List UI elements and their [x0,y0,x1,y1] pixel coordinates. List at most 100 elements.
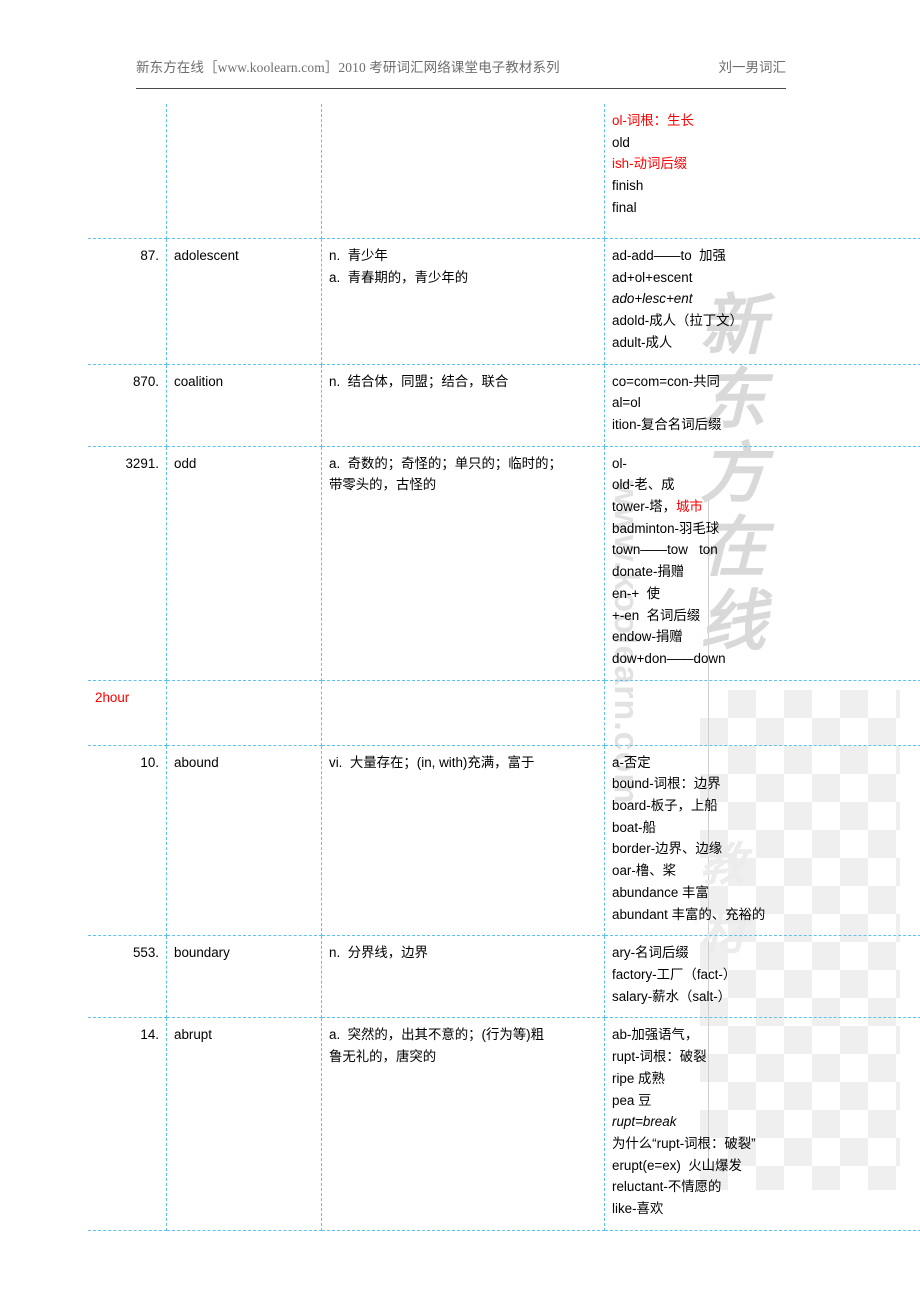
vocabulary-table: ol-词根：生长 old ish-动词后缀 finish final 87. adolesc… [88,104,920,1231]
root-line: ol-词根：生长 [612,113,694,128]
root-line: co=com=con-共同 [612,373,720,389]
root-line: ition-复合名词后缀 [612,416,722,432]
entry-definition [321,104,605,239]
entry-number: 870. [88,364,167,447]
table-row: 3291. odd a. 奇数的；奇怪的；单只的；临时的； 带零头的，古怪的 ol-ol… [88,446,920,681]
root-line: ol- [612,455,627,471]
table-row: 10. abound vi. 大量存在；(in, with)充满，富于 a-否定 bou… [88,745,920,937]
entry-word: boundary [166,935,322,1019]
table-row: 87. adolescent n. 青少年 a. 青春期的，青少年的 ad-add——t… [88,238,920,365]
root-line: a-否定 [612,754,651,770]
entry-number: 10. [88,745,167,937]
definition-line: a. 青春期的，青少年的 [329,269,469,285]
header-rule [136,88,786,89]
definition-line: 带零头的，古怪的 [329,477,437,493]
entry-number: 553. [88,935,167,1019]
root-line: pea 豆 [612,1092,652,1108]
root-line: +-en 名词后缀 [612,607,701,623]
root-line: ad+ol+escent [612,269,693,285]
entry-roots: ol-词根：生长 old ish-动词后缀 finish final [604,104,920,239]
root-line: boat-船 [612,819,656,835]
entry-roots: ab-加强语气， rupt-词根：破裂 ripe 成熟 pea 豆 rupt=break… [604,1017,920,1231]
root-line: ad-add——to 加强 [612,248,726,263]
page-header: 新东方在线［www.koolearn.com］2010 考研词汇网络课堂电子教材… [136,56,786,86]
vocabulary-table-body: ol-词根：生长 old ish-动词后缀 finish final 87. adolesc… [88,104,920,1231]
root-line: abundance 丰富 [612,884,709,900]
entry-roots: a-否定 bound-词根：边界 board-板子，上船 boat-船 border-边… [604,745,920,937]
table-row: 14. abrupt a. 突然的，出其不意的；(行为等)粗 鲁无礼的，唐突的 ab-加… [88,1017,920,1231]
definition-line: n. 分界线，边界 [329,945,428,961]
root-line: rupt-词根：破裂 [612,1049,707,1065]
table-row: 2hour [88,680,920,746]
entry-number-text: 10. [140,754,159,770]
root-line: tower-塔，城市 [612,499,703,515]
root-line: ish-动词后缀 [612,156,688,172]
table-row: 870. coalition n. 结合体，同盟；结合，联合 co=com=con-共… [88,364,920,447]
root-line: endow-捐赠 [612,629,683,645]
root-line: en-+ 使 [612,585,661,601]
root-line: final [612,199,637,215]
entry-roots: co=com=con-共同 al=ol ition-复合名词后缀 [604,364,920,447]
root-line: finish [612,178,644,194]
entry-word: coalition [166,364,322,447]
root-line: ab-加强语气， [612,1027,699,1043]
root-line: erupt(e=ex) 火山爆发 [612,1157,742,1173]
entry-word: adolescent [166,238,322,365]
root-line: al=ol [612,395,641,411]
entry-word [166,104,322,239]
entry-definition [321,680,605,746]
root-line: dow+don——down [612,650,726,666]
root-line: abundant 丰富的、充裕的 [612,906,766,922]
root-line: border-边界、边缘 [612,841,723,857]
root-line: adold-成人（拉丁文） [612,313,743,329]
entry-definition: a. 突然的，出其不意的；(行为等)粗 鲁无礼的，唐突的 [321,1017,605,1231]
entry-number-text: 553. [132,945,159,961]
entry-roots: ol-old-老、成 tower-塔，城市 badminton-羽毛球 town——t… [604,446,920,681]
root-line: 为什么“rupt-词根：破裂” [612,1135,756,1151]
entry-number: 3291. [88,446,167,681]
root-line: reluctant-不情愿的 [612,1179,722,1195]
entry-number-text: 3291. [125,455,159,471]
entry-roots: ad-add——to 加强 ad+ol+escent ado+lesc+ent ado… [604,238,920,365]
root-line: bound-词根：边界 [612,776,721,792]
root-line: donate-捐赠 [612,564,685,580]
table-row: 553. boundary n. 分界线，边界 ary-名词后缀 factory-工厂（… [88,935,920,1019]
entry-number: 87. [88,238,167,365]
root-line: factory-工厂（fact-） [612,966,737,982]
definition-line: vi. 大量存在；(in, with)充满，富于 [329,754,535,770]
entry-number-text: 87. [140,248,159,263]
root-line: oar-橹、桨 [612,863,676,879]
root-line-highlight: 城市 [676,499,703,515]
entry-number [88,104,167,239]
entry-definition: vi. 大量存在；(in, with)充满，富于 [321,745,605,937]
definition-line: n. 青少年 [329,248,388,263]
root-line: ado+lesc+ent [612,291,693,307]
root-line: badminton-羽毛球 [612,520,720,536]
root-line: ary-名词后缀 [612,945,689,961]
root-line: salary-薪水（salt-） [612,988,732,1004]
root-line: rupt=break [612,1114,677,1130]
definition-line: n. 结合体，同盟；结合，联合 [329,373,509,389]
entry-number: 2hour [88,680,167,746]
definition-line: 鲁无礼的，唐突的 [329,1049,437,1065]
entry-definition: n. 结合体，同盟；结合，联合 [321,364,605,447]
entry-number-text: 870. [132,373,159,389]
definition-line: a. 突然的，出其不意的；(行为等)粗 [329,1027,544,1043]
entry-word: odd [166,446,322,681]
root-line: ripe 成熟 [612,1070,665,1086]
entry-definition: n. 分界线，边界 [321,935,605,1019]
entry-roots: ary-名词后缀 factory-工厂（fact-） salary-薪水（salt-… [604,935,920,1019]
header-author: 刘一男词汇 [718,60,787,75]
root-line: old-老、成 [612,477,675,493]
table-row: ol-词根：生长 old ish-动词后缀 finish final [88,104,920,239]
entry-number-text: 2hour [95,689,130,705]
root-line: like-喜欢 [612,1201,664,1217]
entry-number-text: 14. [140,1027,159,1043]
entry-word [166,680,322,746]
root-line: adult-成人 [612,334,673,350]
entry-roots [604,680,920,746]
entry-number: 14. [88,1017,167,1231]
root-line: old [612,134,630,150]
entry-definition: n. 青少年 a. 青春期的，青少年的 [321,238,605,365]
root-line: town——tow ton [612,542,718,558]
